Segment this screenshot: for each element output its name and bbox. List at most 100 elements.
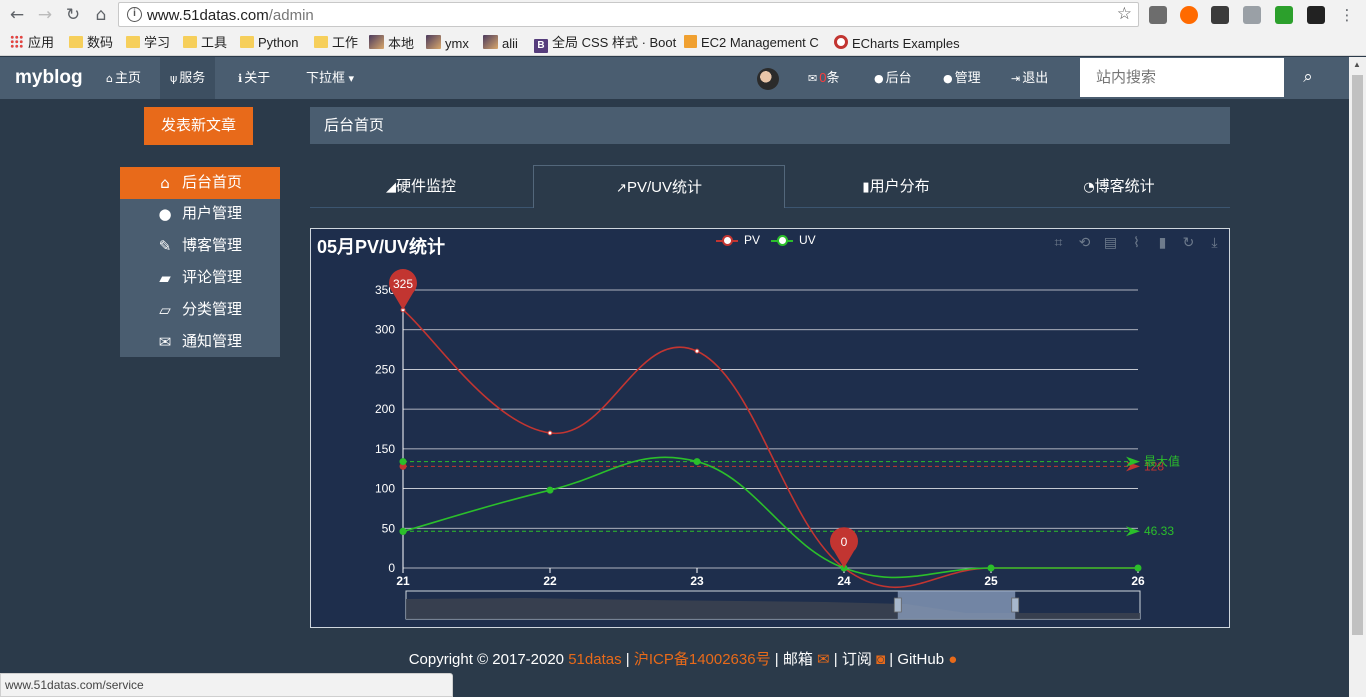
footer-separator: | — [833, 651, 838, 668]
extension-icon[interactable] — [1243, 6, 1261, 24]
url-text[interactable]: www.51datas.com/admin — [147, 7, 314, 24]
x-tick-label: 25 — [984, 574, 998, 588]
tab-hardware[interactable]: ◢硬件监控 — [310, 165, 532, 208]
user-circle-icon: ● — [874, 72, 884, 85]
bookmark-link[interactable]: ymx — [426, 35, 469, 51]
bookmark-link[interactable]: alii — [483, 35, 518, 51]
sidebar-item-blogs[interactable]: ✎ 博客管理 — [120, 230, 280, 262]
pvuv-chart-panel: 05月PV/UV统计 PV UV ⌗ ⟲ ▤ ⌇ ▮ ↻ ⤓ 0 50 100 150… — [310, 228, 1230, 628]
site-favicon — [426, 35, 441, 49]
mail-link[interactable]: 邮箱 ✉ — [783, 651, 830, 668]
address-bar[interactable]: i www.51datas.com/admin ☆ — [118, 2, 1139, 27]
y-tick-label: 200 — [375, 402, 395, 416]
reload-icon[interactable]: ↻ — [62, 4, 84, 26]
area-chart-icon: ◢ — [385, 180, 396, 195]
sign-out-icon: ⇥ — [1011, 72, 1021, 85]
user-circle-icon: ● — [943, 72, 953, 85]
bookmark-folder[interactable]: Python — [240, 35, 298, 51]
bookmarks-bar: 应用 数码 学习 工具 Python 工作 本地 ymx alii B 全局 CS… — [0, 30, 1366, 56]
icp-link[interactable]: 沪ICP备14002636号 — [634, 651, 771, 668]
github-icon: ● — [944, 651, 958, 668]
github-link[interactable]: GitHub ● — [897, 651, 957, 668]
bookmark-folder[interactable]: 数码 — [69, 35, 113, 51]
data-point — [693, 458, 701, 466]
browser-menu-icon[interactable]: ⋮ — [1336, 4, 1358, 26]
datazoom-window[interactable] — [897, 591, 1016, 619]
sidebar-item-comments[interactable]: ▰ 评论管理 — [120, 262, 280, 294]
sidebar-item-notifications[interactable]: ✉ 通知管理 — [120, 326, 280, 358]
translate-extension-icon[interactable] — [1149, 6, 1167, 24]
org-link[interactable]: 51datas — [568, 651, 621, 668]
bookmark-folder[interactable]: 工作 — [314, 35, 358, 51]
bookmark-folder[interactable]: 学习 — [126, 35, 170, 51]
nav-manage[interactable]: ● 管理 — [933, 57, 991, 99]
status-bar-url: www.51datas.com/service — [0, 673, 453, 697]
folder-icon: ▱ — [159, 301, 171, 319]
pvuv-line-chart: 05010015020025030035021 22 23 24 25 26128最大值4… — [375, 269, 1180, 620]
bookmark-link[interactable]: B 全局 CSS 样式 · Boot — [534, 35, 676, 53]
markline-start — [399, 458, 407, 466]
site-navbar: myblog ⌂ 主页 ψ 服务 ℹ 关于 下拉框 ▾ ✉ 0条 ● 后台 ● 管理 ⇥ 退出… — [0, 57, 1366, 99]
nav-backend[interactable]: ● 后台 — [864, 57, 922, 99]
copyright-text: Copyright © 2017-2020 — [408, 651, 565, 668]
tab-user-distribution[interactable]: ▮用户分布 — [785, 165, 1007, 208]
nav-about[interactable]: ℹ 关于 — [228, 57, 280, 99]
site-favicon — [483, 35, 498, 49]
y-tick-label: 50 — [382, 521, 396, 535]
datazoom-handle[interactable] — [893, 597, 902, 613]
nav-home[interactable]: ⌂ 主页 — [96, 57, 151, 99]
forward-icon[interactable]: → — [34, 4, 56, 26]
new-post-button[interactable]: 发表新文章 — [144, 107, 253, 145]
y-tick-label: 100 — [375, 482, 395, 496]
bookmark-link[interactable]: ECharts Examples — [834, 35, 960, 51]
nav-messages[interactable]: ✉ 0条 — [798, 57, 849, 99]
bookmark-star-icon[interactable]: ☆ — [1117, 4, 1132, 24]
tab-blog-stats[interactable]: ◔博客统计 — [1008, 165, 1230, 208]
extension-icon[interactable] — [1211, 6, 1229, 24]
search-input[interactable] — [1080, 58, 1284, 97]
bookmark-folder[interactable]: 工具 — [183, 35, 227, 51]
tab-pvuv[interactable]: ↗PV/UV统计 — [533, 165, 785, 208]
search-icon[interactable]: ⌕ — [1296, 67, 1320, 89]
envelope-icon: ✉ — [808, 72, 818, 85]
info-icon[interactable]: i — [127, 7, 142, 22]
sidebar-item-users[interactable]: ● 用户管理 — [120, 198, 280, 230]
brand-logo[interactable]: myblog — [15, 67, 83, 89]
breadcrumb: 后台首页 — [310, 107, 1230, 144]
envelope-icon: ✉ — [158, 333, 172, 351]
x-tick-label: 23 — [690, 574, 704, 588]
subscribe-link[interactable]: 订阅 ◙ — [842, 651, 885, 668]
extension-icon[interactable] — [1180, 6, 1198, 24]
bar-chart-icon: ▮ — [862, 180, 870, 195]
back-icon[interactable]: ← — [6, 4, 28, 26]
shield-extension-icon[interactable] — [1275, 6, 1293, 24]
bookmark-apps[interactable]: 应用 — [10, 35, 54, 51]
nav-logout[interactable]: ⇥ 退出 — [1001, 57, 1058, 99]
sidebar-menu: ⌂ 后台首页 ● 用户管理 ✎ 博客管理 ▰ 评论管理 ▱ 分类管理 ✉ 通知管理 — [120, 167, 280, 357]
nav-service[interactable]: ψ 服务 — [160, 57, 216, 99]
comment-icon: ▰ — [159, 269, 171, 287]
sidebar-item-dashboard[interactable]: ⌂ 后台首页 — [120, 167, 280, 199]
bookmark-link[interactable]: 本地 — [369, 35, 414, 51]
datazoom-handle[interactable] — [1011, 597, 1020, 613]
caret-down-icon: ▾ — [345, 72, 355, 85]
bookmark-link[interactable]: EC2 Management C — [684, 35, 819, 51]
home-icon[interactable]: ⌂ — [90, 4, 112, 26]
extension-icon[interactable] — [1307, 6, 1325, 24]
cutlery-icon: ψ — [170, 72, 178, 85]
page-scrollbar[interactable]: ▲ — [1349, 57, 1366, 697]
footer-separator: | — [774, 651, 779, 668]
sidebar-item-categories[interactable]: ▱ 分类管理 — [120, 294, 280, 326]
scroll-thumb[interactable] — [1352, 75, 1363, 635]
scroll-up-icon[interactable]: ▲ — [1353, 60, 1361, 69]
folder-icon — [183, 36, 197, 48]
footer-separator: | — [889, 651, 894, 668]
line-chart-icon: ↗ — [616, 181, 627, 196]
pie-chart-icon: ◔ — [1083, 180, 1095, 195]
series-line-uv — [402, 456, 1138, 579]
folder-icon — [126, 36, 140, 48]
avatar[interactable] — [757, 68, 779, 90]
y-tick-label: 250 — [375, 362, 395, 376]
markline-label: 46.33 — [1144, 524, 1174, 538]
nav-dropdown[interactable]: 下拉框 ▾ — [296, 57, 366, 99]
